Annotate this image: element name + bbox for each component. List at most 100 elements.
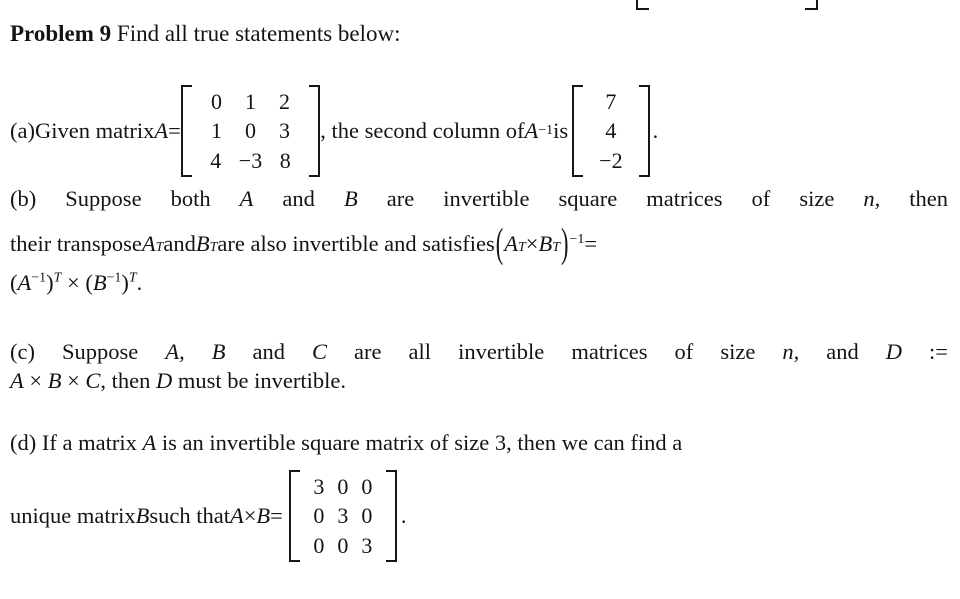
matrix-B: 3 0 0 0 3 0 0 0 3 (288, 470, 397, 562)
expr-close-paren: ) (561, 219, 569, 266)
matrix-B-cell: 3 (361, 532, 373, 558)
column-vector-row: −2 (593, 146, 628, 175)
part-c-seg-3: and (225, 339, 313, 364)
part-b-seg-5: their transpose (10, 231, 142, 256)
matrix-A-cell: 0 (245, 118, 256, 144)
column-vector-cell: −2 (599, 147, 623, 173)
matrix-A-cell: 0 (211, 89, 222, 114)
expr-equals: = (584, 231, 598, 256)
problem-heading: Problem 9 Find all true statements below… (10, 22, 401, 45)
column-vector-bracket-left (572, 85, 584, 177)
part-c-seg-1: Suppose (62, 339, 166, 364)
part-b-var-B: B (343, 186, 358, 211)
part-c-seg-6: := (902, 339, 948, 364)
line3-sup-inverse-1: −1 (31, 270, 47, 286)
part-a-var-A: A (154, 117, 169, 143)
matrix-B-bracket-right (385, 470, 397, 562)
part-a: (a) Given matrix A = 0 1 2 1 0 3 4 −3 8 … (10, 85, 658, 177)
column-vector-row: 7 (593, 87, 628, 116)
part-b-marker: (b) (10, 186, 37, 211)
line3-close-paren-1: ) (46, 270, 54, 295)
matrix-A-row: 0 1 2 (199, 87, 302, 116)
matrix-B-cell: 0 (361, 503, 373, 529)
part-c-line2-var-A: A (10, 368, 24, 393)
part-b-var-A: A (239, 186, 254, 211)
part-d-var-A: A (142, 430, 157, 455)
line3-period: . (136, 270, 143, 295)
expr-open-paren: ( (495, 219, 504, 266)
part-c-seg-4: are all invertible matrices of size (327, 339, 783, 364)
part-d-period: . (400, 502, 407, 528)
part-d-equals: = (270, 502, 283, 528)
clipped-matrix-remnant (636, 0, 818, 10)
part-c-line2-end: must be invertible. (172, 368, 347, 393)
part-d-seg-3: unique matrix (10, 502, 136, 528)
expr-times: × (525, 231, 539, 256)
part-b-line-3: (A−1)T × (B−1)T. (10, 270, 143, 295)
line3-times: × (61, 270, 86, 295)
part-b-var-B-transpose: B (195, 231, 210, 256)
part-d-var-B-2: B (256, 502, 271, 528)
column-vector-bracket-right (638, 85, 650, 177)
matrix-B-cell: 0 (361, 474, 373, 499)
part-d-var-B: B (135, 502, 150, 528)
matrix-A-cell: −3 (238, 147, 263, 173)
part-c-line2-seg: , then (100, 368, 157, 393)
line3-var-A: A (17, 270, 32, 295)
line3-var-B: B (92, 270, 107, 295)
part-c-var-n: n (782, 339, 794, 364)
part-a-text-middle-1: , the second column of (320, 117, 525, 143)
problem-label: Problem 9 (10, 21, 112, 46)
part-d-marker: (d) (10, 430, 37, 455)
matrix-A-bracket-right (309, 85, 321, 177)
part-d-var-A-2: A (229, 502, 244, 528)
matrix-A-cell: 1 (211, 118, 222, 144)
part-d-seg-2: is an invertible square matrix of size 3… (156, 430, 683, 455)
part-b-seg-6: and (163, 231, 196, 256)
part-c-seg-2: , (179, 339, 212, 364)
column-vector-cell: 4 (605, 118, 617, 144)
part-b-line-2: their transpose AT and BT are also inver… (10, 219, 598, 266)
matrix-A-cell: 2 (279, 89, 290, 114)
line3-close-paren-2: ) (121, 270, 129, 295)
part-a-equals: = (168, 117, 181, 143)
clipped-bracket-left (636, 0, 649, 10)
expr-var-A: A (504, 231, 519, 256)
matrix-B-row: 0 0 3 (307, 531, 379, 560)
matrix-B-cell: 3 (313, 474, 325, 499)
part-a-text-middle-2: is (553, 117, 569, 143)
part-d-seg-1: If a matrix (41, 430, 143, 455)
line3-sup-T-2: T (128, 270, 137, 286)
part-a-marker: (a) (10, 117, 35, 143)
part-d-seg-4: such that (149, 502, 230, 528)
matrix-B-cell: 0 (337, 532, 349, 558)
matrix-A-row: 4 −3 8 (199, 146, 302, 175)
matrix-B-cell: 0 (313, 532, 325, 558)
column-vector: 7 4 −2 (572, 85, 650, 177)
matrix-A-cell: 4 (210, 147, 222, 173)
matrix-B-row: 0 3 0 (307, 501, 379, 530)
matrix-A-row: 1 0 3 (199, 116, 302, 145)
part-c-seg-5: , and (793, 339, 886, 364)
part-d-line-1: (d) If a matrix A is an invertible squar… (10, 430, 683, 455)
column-vector-row: 4 (593, 116, 628, 145)
part-b-seg-3: are invertible square matrices of size (357, 186, 864, 211)
part-b-seg-2: and (253, 186, 344, 211)
line3-sup-inverse-2: −1 (106, 270, 122, 286)
part-a-period: . (652, 117, 659, 143)
line3-open-paren-1: ( (10, 270, 18, 295)
column-vector-cell: 7 (605, 89, 617, 114)
column-vector-grid: 7 4 −2 (583, 85, 638, 177)
part-b-var-n: n (863, 186, 875, 211)
part-c-var-A: A (165, 339, 180, 364)
part-c-line2-var-D: D (156, 368, 173, 393)
part-c-var-C: C (312, 339, 328, 364)
matrix-A-cell: 8 (279, 147, 291, 173)
matrix-A-grid: 0 1 2 1 0 3 4 −3 8 (192, 85, 309, 177)
matrix-B-cell: 3 (337, 503, 349, 529)
part-c-var-B: B (211, 339, 226, 364)
part-b-seg-1: Suppose both (65, 186, 240, 211)
matrix-B-cell: 0 (337, 474, 349, 499)
matrix-B-grid: 3 0 0 0 3 0 0 0 3 (300, 470, 386, 562)
problem-page: Problem 9 Find all true statements below… (0, 0, 960, 599)
